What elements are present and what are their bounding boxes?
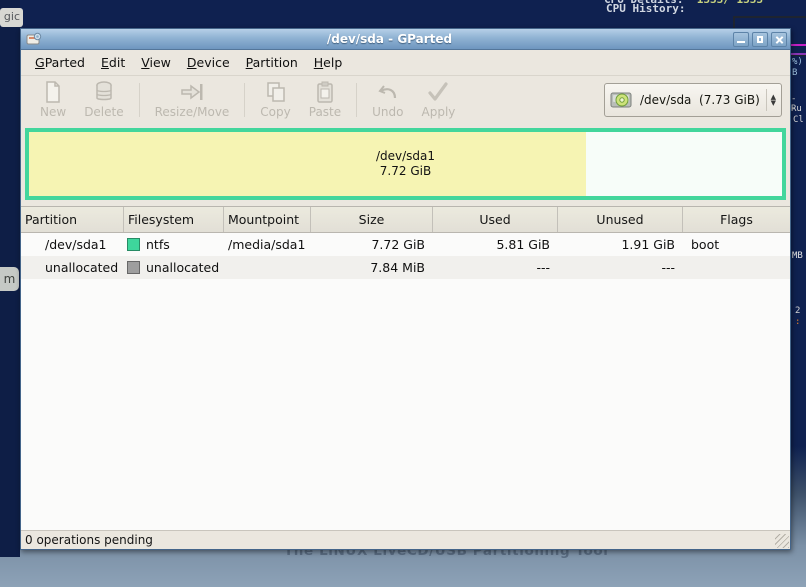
close-button[interactable]: [771, 32, 787, 47]
minimize-icon: [737, 41, 745, 43]
partition-visual-label: /dev/sda1 7.72 GiB: [29, 132, 782, 196]
gparted-window-icon: [26, 32, 42, 46]
menu-bar: GParted Edit View Device Partition Help: [21, 50, 790, 76]
menu-gparted[interactable]: GParted: [27, 51, 93, 74]
resize-move-button[interactable]: Resize/Move: [146, 78, 239, 121]
device-selector-value: /dev/sda (7.73 GiB): [640, 93, 766, 107]
menu-view[interactable]: View: [133, 51, 179, 74]
table-header: Partition Filesystem Mountpoint Size Use…: [21, 206, 790, 233]
partition-visual[interactable]: /dev/sda1 7.72 GiB: [25, 128, 786, 200]
table-empty-area: [21, 279, 790, 530]
desktop-text-fragment: B: [792, 68, 797, 78]
mountpoint-cell: [224, 256, 311, 279]
filesystem-cell: unallocated: [124, 256, 224, 279]
undo-icon: [376, 80, 400, 104]
paste-icon: [314, 80, 336, 104]
filesystem-cell: ntfs: [124, 233, 224, 256]
delete-button[interactable]: Delete: [75, 78, 132, 121]
resize-move-icon: [179, 80, 205, 104]
pending-operations-status: 0 operations pending: [25, 533, 153, 547]
window-title: /dev/sda - GParted: [46, 32, 733, 46]
desktop-text-fragment: MB: [792, 251, 803, 261]
size-cell: 7.72 GiB: [311, 233, 433, 256]
status-bar: 0 operations pending: [21, 530, 790, 549]
partition-cell: unallocated: [21, 256, 124, 279]
desktop-graph-line-magenta: [791, 44, 806, 46]
new-partition-icon: [42, 80, 64, 104]
desktop-text-fragment: %): [792, 57, 803, 67]
desktop-text-fragment: :: [795, 317, 800, 327]
column-header-used[interactable]: Used: [433, 207, 558, 232]
conky-cpu-history-label: CPU History:: [606, 2, 685, 15]
menu-help[interactable]: Help: [306, 51, 351, 74]
column-header-flags[interactable]: Flags: [683, 207, 790, 232]
mountpoint-cell: /media/sda1: [224, 233, 311, 256]
used-cell: 5.81 GiB: [433, 233, 558, 256]
flags-cell: boot: [683, 233, 790, 256]
desktop-graph-line-purple: [791, 53, 806, 55]
unused-cell: ---: [558, 256, 683, 279]
used-cell: ---: [433, 256, 558, 279]
table-row-sda1[interactable]: /dev/sda1 ntfs /media/sda1 7.72 GiB 5.81…: [21, 233, 790, 256]
undo-button[interactable]: Undo: [363, 78, 412, 121]
new-button[interactable]: New: [31, 78, 75, 121]
menu-partition[interactable]: Partition: [238, 51, 306, 74]
disk-visual-area: /dev/sda1 7.72 GiB: [21, 123, 790, 206]
desktop-icon-label-bottom[interactable]: m: [0, 267, 19, 291]
column-header-mountpoint[interactable]: Mountpoint: [224, 207, 311, 232]
desktop-icon-label-magic[interactable]: gic: [0, 8, 23, 27]
titlebar[interactable]: /dev/sda - GParted: [21, 29, 790, 50]
column-header-partition[interactable]: Partition: [21, 207, 124, 232]
delete-partition-icon: [93, 80, 115, 104]
desktop-text-fragment: Ru: [791, 104, 802, 114]
paste-button[interactable]: Paste: [300, 78, 350, 121]
device-selector[interactable]: /dev/sda (7.73 GiB) ▲▼: [604, 83, 782, 117]
partition-table: /dev/sda1 ntfs /media/sda1 7.72 GiB 5.81…: [21, 233, 790, 279]
column-header-size[interactable]: Size: [311, 207, 433, 232]
desktop-text-fragment: 2: [795, 306, 800, 316]
desktop-text-fragment: Cl: [793, 115, 804, 125]
unused-cell: 1.91 GiB: [558, 233, 683, 256]
apply-icon: [426, 80, 450, 104]
gparted-window: /dev/sda - GParted GParted Edit View Dev…: [20, 28, 791, 550]
table-row-unallocated[interactable]: unallocated unallocated 7.84 MiB --- ---: [21, 256, 790, 279]
apply-button[interactable]: Apply: [413, 78, 465, 121]
column-header-unused[interactable]: Unused: [558, 207, 683, 232]
menu-device[interactable]: Device: [179, 51, 238, 74]
partition-cell: /dev/sda1: [21, 233, 124, 256]
size-cell: 7.84 MiB: [311, 256, 433, 279]
copy-button[interactable]: Copy: [251, 78, 299, 121]
toolbar-separator: [244, 83, 245, 117]
filesystem-color-swatch: [127, 238, 140, 251]
disk-device-icon: [610, 90, 634, 110]
toolbar-separator: [139, 83, 140, 117]
toolbar-separator: [356, 83, 357, 117]
flags-cell: [683, 256, 790, 279]
menu-edit[interactable]: Edit: [93, 51, 133, 74]
resize-grip[interactable]: [775, 534, 789, 548]
maximize-button[interactable]: [752, 32, 768, 47]
copy-icon: [264, 80, 288, 104]
column-header-filesystem[interactable]: Filesystem: [124, 207, 224, 232]
filesystem-color-swatch: [127, 261, 140, 274]
combo-spinner-icon: ▲▼: [766, 89, 776, 111]
toolbar: New Delete Resize/Move Copy: [21, 76, 790, 123]
maximize-icon: [757, 36, 763, 43]
minimize-button[interactable]: [733, 32, 749, 47]
